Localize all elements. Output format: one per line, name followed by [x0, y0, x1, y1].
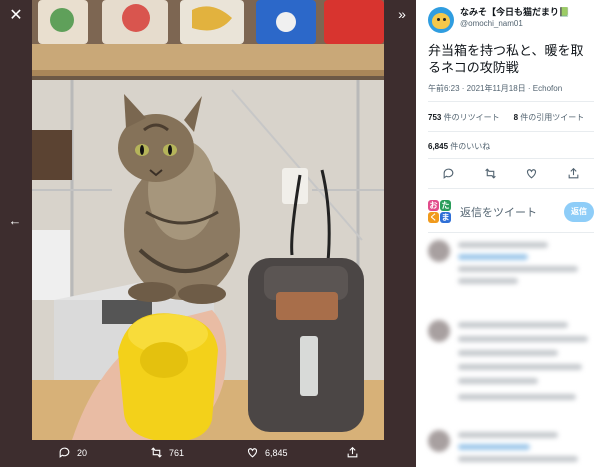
divider	[428, 101, 594, 102]
reply-composer: お た く ま 返信をツイート 返信	[428, 198, 594, 226]
media-viewer: ✕ ← 20 761 6,845 »	[0, 0, 416, 467]
reply-action[interactable]: 20	[58, 446, 87, 459]
arrow-left-icon[interactable]: ←	[4, 210, 26, 232]
tweet-action-bar	[428, 162, 594, 184]
reply-count: 20	[77, 447, 88, 458]
close-icon[interactable]: ✕	[6, 6, 26, 26]
retweet-icon	[151, 447, 162, 458]
quote-stat[interactable]: 8 件の引用ツイート	[514, 112, 585, 123]
retweet-icon[interactable]	[484, 167, 497, 180]
divider	[428, 158, 594, 159]
author-handle[interactable]: @omochi_nam01	[460, 18, 570, 29]
reply-button[interactable]: 返信	[564, 202, 594, 222]
blurred-reply	[428, 430, 594, 467]
share-icon	[347, 446, 358, 458]
retweet-stat[interactable]: 753 件のリツイート	[428, 112, 500, 123]
blurred-reply	[428, 320, 594, 410]
reply-icon	[59, 447, 70, 458]
reply-input[interactable]: 返信をツイート	[460, 204, 564, 220]
like-count: 6,845	[265, 447, 288, 458]
retweet-count: 761	[169, 447, 185, 458]
tweet-stats: 753 件のリツイート 8 件の引用ツイート	[428, 112, 584, 123]
cat-photo-illustration	[32, 0, 384, 440]
user-avatar: お た く ま	[428, 200, 452, 224]
author-display-name[interactable]: なみそ【今日も猫だまり📗	[460, 7, 570, 18]
media-action-bar: 20 761 6,845	[0, 440, 416, 467]
tweet-text: 弁当箱を持つ私と、暖を取るネコの攻防戦	[428, 43, 584, 75]
divider	[428, 131, 594, 132]
tweet-author[interactable]: なみそ【今日も猫だまり📗 @omochi_nam01	[428, 7, 570, 33]
reply-icon[interactable]	[442, 167, 455, 180]
tweet-detail-panel: なみそ【今日も猫だまり📗 @omochi_nam01 弁当箱を持つ私と、暖を取る…	[416, 0, 600, 467]
tweet-photo	[32, 0, 384, 440]
divider	[428, 232, 594, 233]
share-action[interactable]	[346, 446, 359, 459]
chevron-double-right-icon[interactable]: »	[392, 6, 412, 26]
retweet-action[interactable]: 761	[150, 446, 184, 459]
heart-icon[interactable]	[525, 167, 538, 180]
like-action[interactable]: 6,845	[246, 446, 288, 459]
like-stat[interactable]: 6,845 件のいいね	[428, 141, 490, 152]
heart-icon	[248, 448, 257, 458]
tweet-timestamp[interactable]: 午前6:23 · 2021年11月18日 · Echofon	[428, 83, 562, 94]
tweet-media-viewer: ✕ ← 20 761 6,845 » なみそ【今日も猫だまり📗 @omochi_…	[0, 0, 600, 467]
share-icon[interactable]	[567, 167, 580, 180]
divider	[428, 188, 594, 189]
blurred-reply	[428, 240, 594, 300]
author-avatar[interactable]	[428, 7, 454, 33]
